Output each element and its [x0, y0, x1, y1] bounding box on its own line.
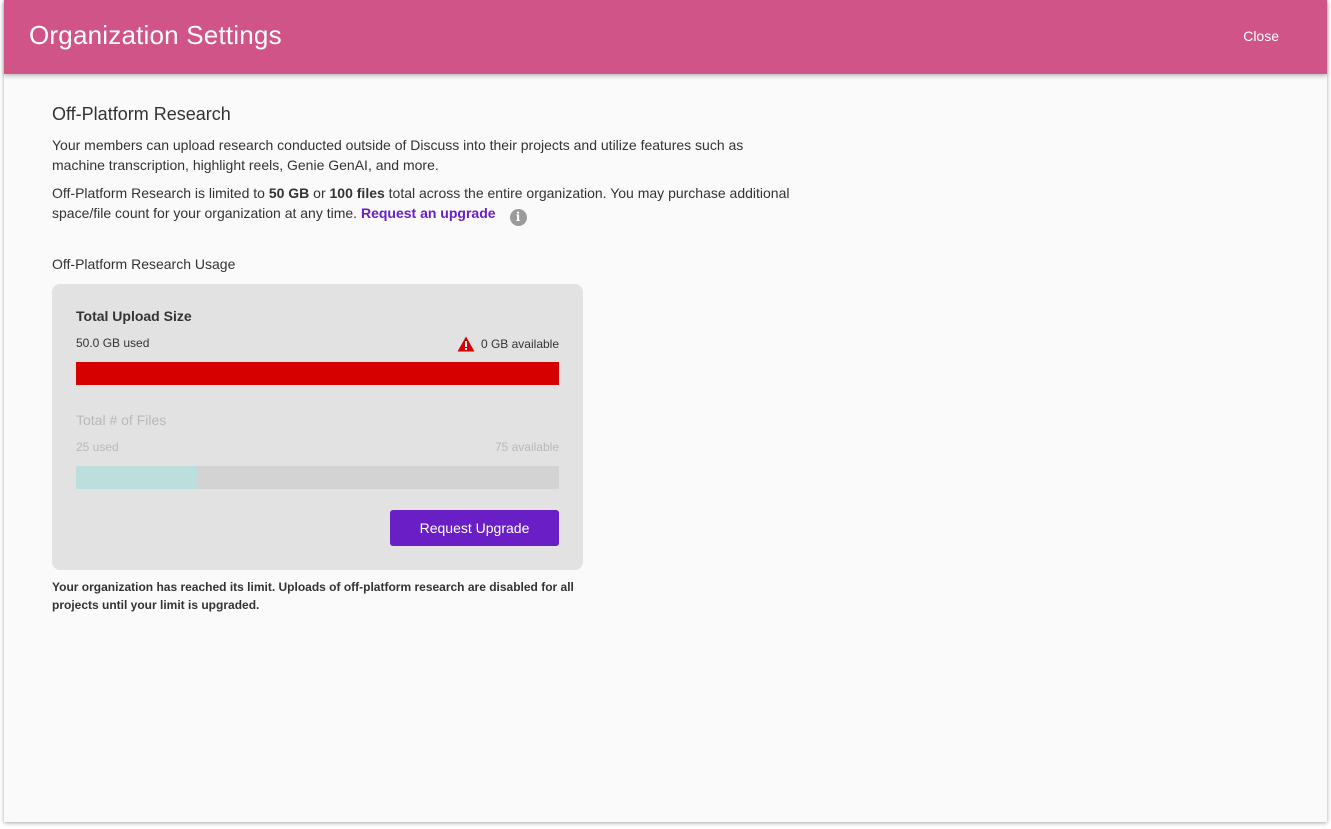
limit-prefix: Off-Platform Research is limited to — [52, 185, 269, 201]
limit-files: 100 files — [329, 185, 385, 201]
request-upgrade-button[interactable]: Request Upgrade — [390, 510, 559, 546]
usage-card: Total Upload Size 50.0 GB used 0 GB avai… — [52, 284, 583, 570]
upload-size-title: Total Upload Size — [76, 308, 192, 324]
file-count-available: 75 available — [494, 440, 559, 454]
upload-size-row: 50.0 GB used 0 GB available — [76, 336, 559, 354]
upload-size-available: 0 GB available — [480, 337, 559, 351]
upload-size-used: 50.0 GB used — [76, 336, 150, 350]
upload-size-metric: Total Upload Size 50.0 GB used 0 GB avai… — [76, 308, 559, 385]
usage-title: Off-Platform Research Usage — [52, 256, 236, 272]
limit-size: 50 GB — [268, 185, 310, 201]
section-description: Your members can upload research conduct… — [52, 137, 744, 173]
limit-description: Off-Platform Research is limited to 50 G… — [52, 183, 792, 226]
request-upgrade-link[interactable]: Request an upgrade — [361, 205, 496, 221]
settings-content: Off-Platform Research Your members can u… — [52, 104, 792, 614]
section-title: Off-Platform Research — [52, 104, 231, 124]
file-count-metric: Total # of Files 25 used 75 available — [76, 412, 559, 489]
file-count-row: 25 used 75 available — [76, 440, 559, 458]
close-button[interactable]: Close — [1243, 28, 1279, 44]
file-count-progress-fill — [76, 466, 197, 489]
limit-or: or — [309, 185, 330, 201]
upload-size-progress-fill — [76, 362, 559, 385]
page-title: Organization Settings — [29, 20, 282, 50]
info-icon[interactable]: i — [509, 209, 527, 226]
modal-header: Organization Settings Close — [4, 0, 1327, 74]
organization-settings-modal: Organization Settings Close Off-Platform… — [4, 0, 1327, 822]
upload-size-available-wrap: 0 GB available — [457, 336, 559, 355]
file-count-used: 25 used — [76, 440, 119, 454]
file-count-progress-bar — [76, 466, 559, 489]
warning-triangle-icon — [457, 336, 475, 355]
file-count-title: Total # of Files — [76, 412, 167, 428]
limit-reached-note: Your organization has reached its limit.… — [52, 580, 574, 612]
upload-size-progress-bar — [76, 362, 559, 385]
